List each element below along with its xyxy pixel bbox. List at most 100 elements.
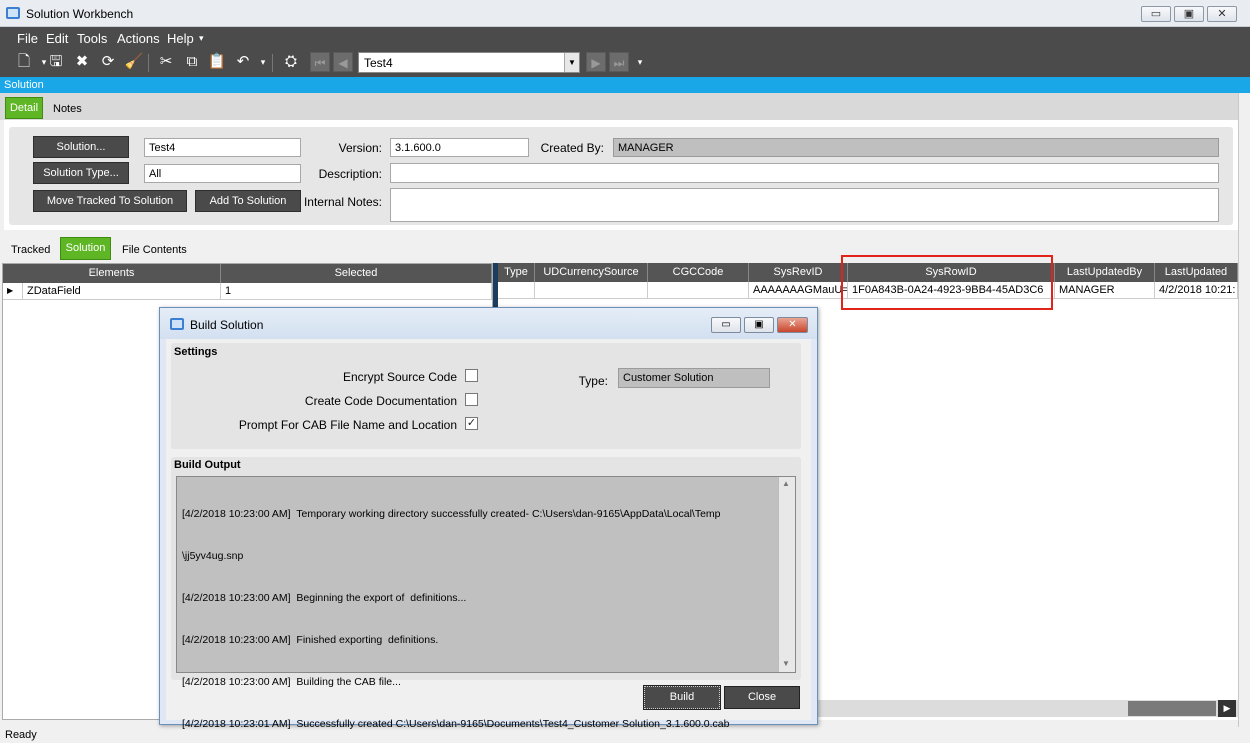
dialog-app-icon <box>170 318 184 330</box>
table-cell-lastupdated[interactable]: 4/2/2018 10:21: <box>1155 282 1238 299</box>
tab-file-contents[interactable]: File Contents <box>122 240 187 260</box>
create-code-documentation-label: Create Code Documentation <box>304 394 457 408</box>
refresh-icon[interactable]: ⟳ <box>98 52 118 72</box>
save-icon[interactable]: 🖫 <box>46 52 66 72</box>
type-label: Type: <box>578 374 608 388</box>
move-tracked-to-solution-button[interactable]: Move Tracked To Solution <box>33 190 187 212</box>
copy-icon[interactable]: ⧉ <box>182 52 202 72</box>
window-title: Solution Workbench <box>26 7 134 21</box>
cut-icon[interactable]: ✂ <box>156 52 176 72</box>
scrollbar-thumb[interactable] <box>1128 701 1216 716</box>
settings-title: Settings <box>174 346 218 358</box>
description-label: Description: <box>318 167 382 181</box>
scroll-up-icon[interactable]: ▲ <box>782 479 790 488</box>
log-line: [4/2/2018 10:23:00 AM] Beginning the exp… <box>182 592 467 604</box>
dialog-body: Settings Encrypt Source Code Create Code… <box>166 339 811 730</box>
previous-record-icon[interactable]: ◀ <box>333 52 353 72</box>
record-selector[interactable]: Test4 ▼ <box>358 52 580 73</box>
table-cell[interactable] <box>648 282 749 299</box>
build-button[interactable]: Build <box>643 685 721 710</box>
encrypt-source-code-checkbox[interactable] <box>465 369 478 382</box>
close-window-button[interactable]: ✕ <box>1207 6 1237 22</box>
first-record-icon[interactable]: ⏮ <box>310 52 330 72</box>
scroll-down-icon[interactable]: ▼ <box>782 659 790 668</box>
dialog-close-button[interactable]: ✕ <box>777 317 808 333</box>
output-vertical-scrollbar[interactable]: ▲ ▼ <box>778 477 795 672</box>
prompt-cab-label: Prompt For CAB File Name and Location <box>238 418 457 432</box>
menu-help[interactable]: Help <box>167 31 194 46</box>
version-field[interactable] <box>390 138 529 157</box>
restore-button[interactable]: ▣ <box>1174 6 1204 22</box>
tab-detail[interactable]: Detail <box>5 97 43 119</box>
menu-toolbar-band: File Edit Tools Actions Help ▾ 🗋 ▾ 🖫 ✖ ⟳… <box>0 27 1250 77</box>
table-cell[interactable] <box>535 282 648 299</box>
created-by-label: Created By: <box>540 141 604 155</box>
delete-icon[interactable]: ✖ <box>72 52 92 72</box>
tab-solution[interactable]: Solution <box>60 237 111 260</box>
column-header-udcurrencysource[interactable]: UDCurrencySource <box>535 263 648 282</box>
menu-file[interactable]: File <box>17 31 38 46</box>
table-cell[interactable] <box>498 282 535 299</box>
scroll-right-icon[interactable]: ▶ <box>1218 700 1236 717</box>
close-button[interactable]: Close <box>724 686 800 709</box>
internal-notes-field[interactable] <box>390 188 1219 222</box>
column-header-selected[interactable]: Selected <box>221 264 492 283</box>
solution-type-field[interactable] <box>144 164 301 183</box>
table-cell-lastupdatedby[interactable]: MANAGER <box>1055 282 1155 299</box>
chevron-down-icon[interactable]: ▼ <box>564 53 579 72</box>
table-cell-elements[interactable]: ZDataField <box>23 283 221 300</box>
column-header-lastupdated[interactable]: LastUpdated <box>1155 263 1238 282</box>
prompt-cab-checkbox[interactable]: ✓ <box>465 417 478 430</box>
toolbar-overflow-icon[interactable]: ▾ <box>630 52 650 72</box>
next-record-icon[interactable]: ▶ <box>586 52 606 72</box>
build-solution-dialog: Build Solution ▭ ▣ ✕ Settings Encrypt So… <box>159 307 818 730</box>
highlight-annotation-box <box>841 255 1053 310</box>
clear-icon[interactable]: 🧹 <box>124 52 144 72</box>
dialog-restore-button[interactable]: ▣ <box>744 317 774 333</box>
column-header-elements[interactable]: Elements <box>3 264 221 283</box>
log-line: [4/2/2018 10:23:01 AM] Successfully crea… <box>182 718 730 730</box>
toolbar-separator <box>148 54 149 72</box>
menu-overflow-icon[interactable]: ▾ <box>199 33 204 44</box>
build-output-group: Build Output [4/2/2018 10:23:00 AM] Temp… <box>171 457 801 730</box>
log-line: [4/2/2018 10:23:00 AM] Temporary working… <box>182 508 721 520</box>
solution-type-button[interactable]: Solution Type... <box>33 162 129 184</box>
search-binoculars-icon[interactable]: ⛭ <box>281 52 301 72</box>
minimize-button[interactable]: ▭ <box>1141 6 1171 22</box>
create-code-documentation-checkbox[interactable] <box>465 393 478 406</box>
column-header-sysrevid[interactable]: SysRevID <box>749 263 848 282</box>
table-cell-sysrevid[interactable]: AAAAAAAGMauU= <box>749 282 848 299</box>
dialog-title: Build Solution <box>190 318 264 332</box>
undo-dropdown-icon[interactable]: ▾ <box>253 52 273 72</box>
detail-form: Solution... Solution Type... Move Tracke… <box>9 127 1233 225</box>
detail-panel: Solution... Solution Type... Move Tracke… <box>4 120 1238 230</box>
column-header-lastupdatedby[interactable]: LastUpdatedBy <box>1055 263 1155 282</box>
build-output-title: Build Output <box>174 459 241 471</box>
tab-notes[interactable]: Notes <box>53 99 82 119</box>
description-field[interactable] <box>390 163 1219 183</box>
menu-edit[interactable]: Edit <box>46 31 68 46</box>
add-to-solution-button[interactable]: Add To Solution <box>195 190 301 212</box>
internal-notes-label: Internal Notes: <box>303 195 382 209</box>
solution-field[interactable] <box>144 138 301 157</box>
row-indicator-icon[interactable]: ▶ <box>3 283 23 300</box>
build-output-log[interactable]: [4/2/2018 10:23:00 AM] Temporary working… <box>176 476 796 730</box>
last-record-icon[interactable]: ⏭ <box>609 52 629 72</box>
type-field: Customer Solution <box>618 368 770 388</box>
column-header-cgccode[interactable]: CGCCode <box>648 263 749 282</box>
column-header-type[interactable]: Type <box>498 263 535 282</box>
new-icon[interactable]: 🗋 <box>14 52 34 72</box>
menu-actions[interactable]: Actions <box>117 31 160 46</box>
tab-tracked[interactable]: Tracked <box>11 240 50 260</box>
table-cell-selected[interactable]: 1 <box>221 283 492 300</box>
section-header: Solution <box>0 77 1250 93</box>
settings-group: Settings Encrypt Source Code Create Code… <box>171 343 801 449</box>
menu-tools[interactable]: Tools <box>77 31 107 46</box>
paste-icon[interactable]: 📋 <box>207 52 227 72</box>
dialog-minimize-button[interactable]: ▭ <box>711 317 741 333</box>
right-edge-bar <box>1238 93 1250 727</box>
toolbar-separator <box>272 54 273 72</box>
solution-button[interactable]: Solution... <box>33 136 129 158</box>
undo-icon[interactable]: ↶ <box>233 52 253 72</box>
log-line: [4/2/2018 10:23:00 AM] Finished exportin… <box>182 634 439 646</box>
